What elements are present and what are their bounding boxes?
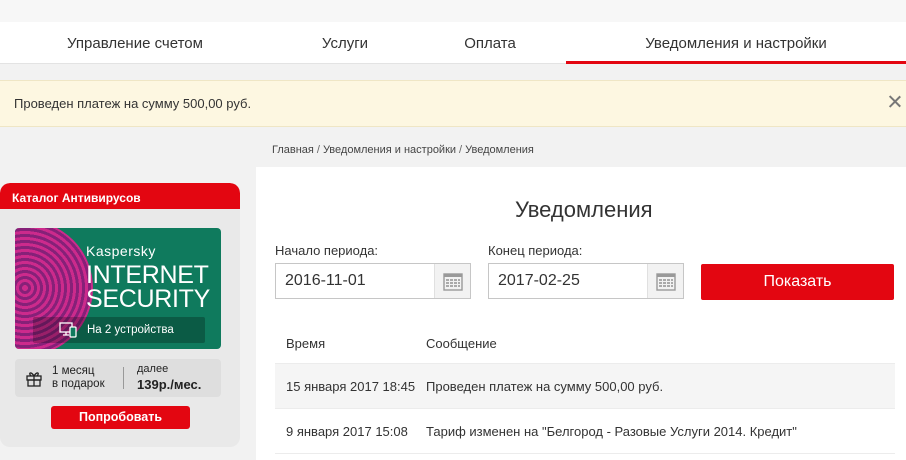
end-calendar-button[interactable] — [647, 264, 683, 298]
column-header-time: Время — [286, 336, 326, 351]
offer-free-month: 1 месяц в подарок — [52, 365, 105, 391]
tab-payment[interactable]: Оплата — [425, 22, 555, 64]
devices-icon — [59, 322, 77, 338]
gift-icon — [26, 372, 42, 387]
row-message: Проведен платеж на сумму 500,00 руб. — [426, 379, 664, 394]
main-tabs: Управление счетом Услуги Оплата Уведомле… — [0, 22, 906, 64]
row-message: Тариф изменен на "Белгород - Разовые Усл… — [426, 424, 797, 439]
start-calendar-button[interactable] — [434, 264, 470, 298]
end-date-field — [488, 263, 684, 299]
catalog-title: Каталог Антивирусов — [12, 191, 141, 205]
notice-text: Проведен платеж на сумму 500,00 руб. — [14, 96, 252, 111]
try-button[interactable]: Попробовать — [51, 406, 190, 429]
breadcrumb-separator: / — [459, 144, 463, 156]
row-time: 9 января 2017 15:08 — [286, 424, 408, 439]
product-brand: Kaspersky — [86, 243, 156, 259]
tab-notifications-settings[interactable]: Уведомления и настройки — [566, 22, 906, 64]
devices-label: На 2 устройства — [87, 324, 174, 336]
table-header: Время Сообщение — [275, 323, 895, 364]
breadcrumb-home[interactable]: Главная — [272, 144, 314, 156]
table-row: 15 января 2017 18:45 Проведен платеж на … — [275, 364, 895, 409]
table-row: 9 января 2017 15:08 Тариф изменен на "Бе… — [275, 409, 895, 454]
breadcrumb-notifications-settings[interactable]: Уведомления и настройки — [323, 144, 456, 156]
offer-price-box: 1 месяц в подарок далее 139р./мес. — [15, 359, 221, 397]
breadcrumb-current: Уведомления — [465, 144, 534, 156]
breadcrumb-separator: / — [316, 144, 320, 156]
price-divider — [123, 367, 124, 389]
start-period-label: Начало периода: — [275, 243, 379, 258]
top-strip — [0, 0, 906, 22]
calendar-icon — [656, 273, 676, 291]
notifications-table: Время Сообщение 15 января 2017 18:45 Про… — [275, 323, 895, 454]
calendar-icon — [443, 273, 463, 291]
payment-notice-banner: Проведен платеж на сумму 500,00 руб. — [0, 80, 906, 127]
offer-line2: в подарок — [52, 378, 105, 390]
catalog-header: Каталог Антивирусов — [0, 183, 240, 209]
then-label: далее — [137, 363, 169, 375]
close-icon[interactable] — [887, 94, 903, 110]
devices-bar: На 2 устройства — [33, 317, 205, 343]
column-header-message: Сообщение — [426, 336, 497, 351]
tab-account-management[interactable]: Управление счетом — [40, 22, 230, 64]
end-date-input[interactable] — [489, 264, 647, 298]
antivirus-catalog-card: Каталог Антивирусов Kaspersky INTERNET S… — [0, 183, 240, 447]
then-price: 139р./мес. — [137, 377, 202, 392]
product-name-line1: INTERNET — [86, 261, 209, 289]
start-date-input[interactable] — [276, 264, 434, 298]
product-name-line2: SECURITY — [86, 285, 211, 313]
show-button[interactable]: Показать — [701, 264, 894, 300]
tab-services[interactable]: Услуги — [280, 22, 410, 64]
top-navigation: Управление счетом Услуги Оплата Уведомле… — [0, 0, 906, 64]
page-title: Уведомления — [515, 197, 653, 222]
notifications-panel: Уведомления Начало периода: Конец период… — [256, 167, 906, 460]
offer-line1: 1 месяц — [52, 365, 95, 377]
kaspersky-product-banner[interactable]: Kaspersky INTERNET SECURITY На 2 устройс… — [15, 228, 221, 349]
row-time: 15 января 2017 18:45 — [286, 379, 416, 394]
end-period-label: Конец периода: — [488, 243, 583, 258]
breadcrumb: Главная / Уведомления и настройки / Уведомле… — [272, 144, 534, 156]
start-date-field — [275, 263, 471, 299]
